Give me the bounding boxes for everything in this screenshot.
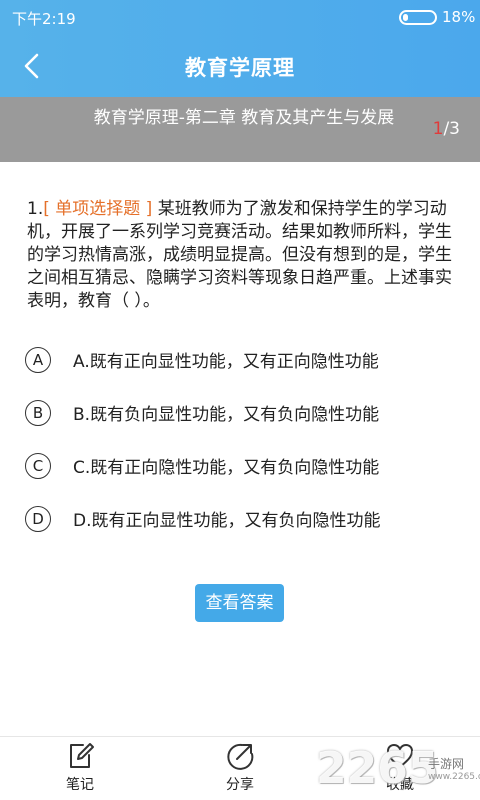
question-pager: 1/3 (433, 119, 460, 139)
app-bar: 教育学原理 (0, 34, 480, 97)
pager-total: /3 (443, 119, 460, 139)
status-time: 下午2:19 (12, 10, 76, 28)
notes-label: 笔记 (66, 777, 94, 793)
page-title: 教育学原理 (185, 56, 295, 80)
view-answer-button[interactable]: 查看答案 (195, 584, 284, 622)
share-button[interactable]: 分享 (200, 741, 280, 794)
watermark-site-name: 手游网 (428, 757, 465, 771)
option-d-text: D.既有正向显性功能，又有负向隐性功能 (73, 511, 381, 531)
question-type: [ 单项选择题 ] (43, 199, 153, 219)
site-watermark: 2265 手游网 www.2265.com (316, 743, 480, 795)
option-b-marker: B (25, 399, 51, 426)
watermark-url: www.2265.com (428, 772, 480, 782)
status-bar: 下午2:19 18% (0, 0, 480, 34)
notes-button[interactable]: 笔记 (40, 741, 120, 794)
chapter-name: 教育学原理-第二章 教育及其产生与发展 (93, 108, 395, 128)
edit-note-icon (70, 743, 94, 768)
battery-percent: 18% (442, 8, 476, 26)
option-c[interactable]: C C.既有正向隐性功能，又有负向隐性功能 (25, 439, 465, 492)
option-a-text: A.既有正向显性功能，又有正向隐性功能 (73, 352, 379, 372)
option-c-text: C.既有正向隐性功能，又有负向隐性功能 (73, 458, 380, 478)
option-a[interactable]: A A.既有正向显性功能，又有正向隐性功能 (25, 333, 465, 386)
options-list: A A.既有正向显性功能，又有正向隐性功能 B B.既有负向显性功能，又有负向隐… (25, 333, 465, 545)
option-b[interactable]: B B.既有负向显性功能，又有负向隐性功能 (25, 386, 465, 439)
question-number: 1. (27, 199, 44, 219)
option-d-marker: D (25, 505, 51, 532)
share-label: 分享 (226, 777, 254, 793)
battery-icon (399, 10, 437, 25)
question-stem: 1.[ 单项选择题 ] 某班教师为了激发和保持学生的学习动机，开展了一系列学习竞… (27, 198, 455, 313)
option-b-text: B.既有负向显性功能，又有负向隐性功能 (73, 405, 380, 425)
top-bar: 下午2:19 18% 教育学原理 (0, 0, 480, 97)
pager-current: 1 (432, 119, 444, 139)
option-d[interactable]: D D.既有正向显性功能，又有负向隐性功能 (25, 492, 465, 545)
option-a-marker: A (25, 346, 51, 373)
chapter-bar: 教育学原理-第二章 教育及其产生与发展 1/3 (0, 97, 480, 162)
watermark-logo-text: 2265 (316, 743, 439, 794)
battery-level (403, 14, 408, 21)
option-c-marker: C (25, 452, 51, 479)
share-icon (227, 743, 254, 770)
